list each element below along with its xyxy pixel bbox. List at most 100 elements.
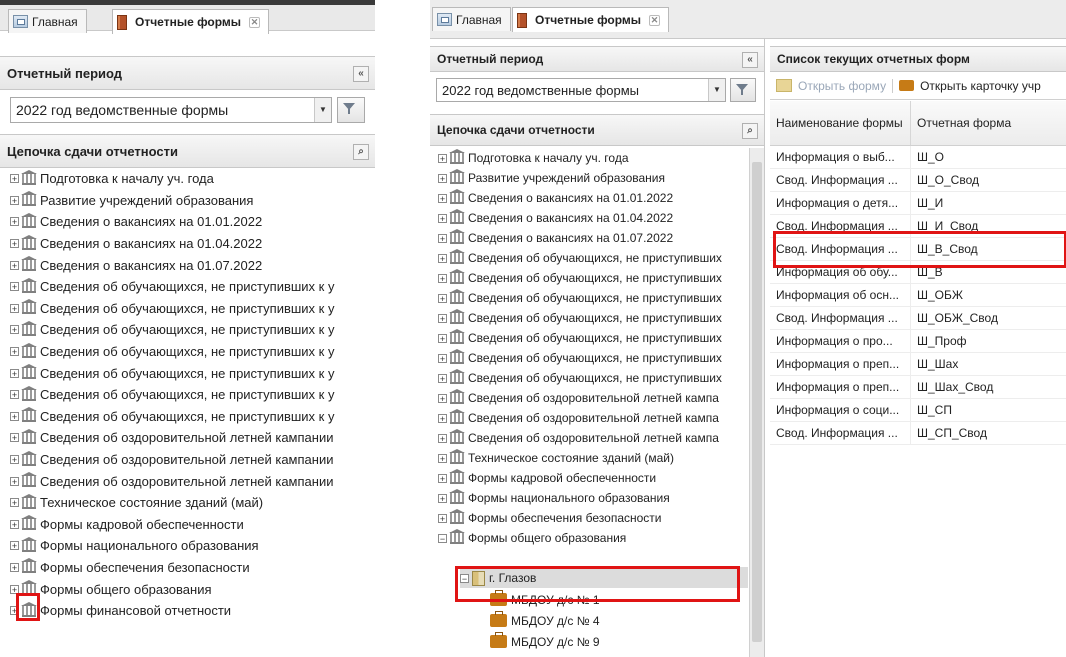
tree-node[interactable]: + Сведения об обучающихся, не приступивши… (438, 268, 743, 288)
expand-node-icon[interactable]: + (438, 173, 447, 183)
tree-node[interactable]: − Формы общего образования (438, 528, 743, 548)
tree-node[interactable]: + Сведения о вакансиях на 01.04.2022 (438, 208, 743, 228)
table-row[interactable]: Свод. Информация ... Ш_О_Свод (770, 168, 1066, 192)
expand-node-icon[interactable]: + (438, 273, 447, 283)
expand-node-icon[interactable]: + (10, 347, 19, 357)
tree-node[interactable]: + Сведения об обучающихся, не приступивши… (10, 276, 380, 298)
tree-node[interactable]: + Сведения об обучающихся, не приступивши… (438, 308, 743, 328)
tab-reports-right[interactable]: Отчетные формы ✕ (512, 7, 670, 32)
tree-node[interactable]: + Техническое состояние зданий (май) (10, 492, 380, 514)
tree-node[interactable]: + Сведения об обучающихся, не приступивши… (10, 319, 380, 341)
tree-node[interactable]: + Подготовка к началу уч. года (10, 168, 380, 190)
tree-node[interactable]: + Сведения об обучающихся, не приступивши… (10, 384, 380, 406)
chevron-down-icon[interactable]: ▼ (708, 79, 725, 101)
expand-node-icon[interactable]: + (10, 476, 19, 486)
binoculars-icon[interactable]: ⌕ (353, 144, 369, 160)
expand-node-icon[interactable]: + (10, 368, 19, 378)
tree-node[interactable]: + Формы кадровой обеспеченности (438, 468, 743, 488)
col-name-header[interactable]: Наименование формы (770, 101, 911, 146)
close-tab-icon[interactable]: ✕ (249, 16, 261, 28)
org-node[interactable]: МБДОУ д/с № 9 (490, 631, 764, 652)
expand-node-icon[interactable]: + (438, 313, 447, 323)
table-row[interactable]: Информация о соци... Ш_СП (770, 398, 1066, 422)
table-row[interactable]: Информация о детя... Ш_И (770, 191, 1066, 215)
expand-node-icon[interactable]: + (10, 455, 19, 465)
expand-node-icon[interactable]: + (438, 233, 447, 243)
tree-node[interactable]: + Сведения об обучающихся, не приступивши… (10, 362, 380, 384)
expand-node-icon[interactable]: + (438, 293, 447, 303)
expand-node-icon[interactable]: + (438, 453, 447, 463)
expand-node-icon[interactable]: + (10, 498, 19, 508)
tree-node[interactable]: + Формы финансовой отчетности (10, 600, 380, 622)
expand-node-icon[interactable]: + (10, 541, 19, 551)
expand-node-icon[interactable]: + (10, 390, 19, 400)
filter-button[interactable] (730, 78, 756, 102)
scrollbar-thumb[interactable] (752, 162, 762, 642)
expand-node-icon[interactable]: + (438, 353, 447, 363)
tree-node[interactable]: + Сведения об обучающихся, не приступивши… (438, 288, 743, 308)
expand-node-icon[interactable]: + (438, 253, 447, 263)
tree-scrollbar[interactable] (749, 148, 764, 657)
expand-node-icon[interactable]: + (438, 373, 447, 383)
close-tab-icon[interactable]: ✕ (649, 14, 661, 26)
tree-node[interactable]: + Сведения о вакансиях на 01.01.2022 (10, 211, 380, 233)
expand-node-icon[interactable]: + (10, 411, 19, 421)
tree-node[interactable]: + Сведения об оздоровительной летней камп… (10, 427, 380, 449)
collapse-icon[interactable]: « (353, 66, 369, 82)
expand-node-icon[interactable]: + (438, 213, 447, 223)
open-form-button[interactable]: Открыть форму (798, 79, 886, 93)
tree-node[interactable]: + Сведения об оздоровительной летней камп… (10, 470, 380, 492)
expand-node-icon[interactable]: + (438, 333, 447, 343)
collapse-icon[interactable]: « (742, 52, 758, 68)
table-row[interactable]: Информация об осн... Ш_ОБЖ (770, 283, 1066, 307)
period-select[interactable]: 2022 год ведомственные формы ▼ (436, 78, 726, 102)
tree-node[interactable]: + Сведения об обучающихся, не приступивши… (438, 368, 743, 388)
tree-node[interactable]: + Сведения об оздоровительной летней камп… (438, 408, 743, 428)
tree-node[interactable]: + Формы обеспечения безопасности (10, 557, 380, 579)
chevron-down-icon[interactable]: ▼ (314, 98, 331, 122)
tab-reports[interactable]: Отчетные формы ✕ (112, 9, 270, 34)
tree-node[interactable]: + Формы обеспечения безопасности (438, 508, 743, 528)
expand-node-icon[interactable]: − (438, 533, 447, 543)
tab-home-right[interactable]: Главная (432, 7, 511, 31)
tree-node[interactable]: + Сведения об оздоровительной летней камп… (438, 428, 743, 448)
expand-node-icon[interactable]: + (10, 174, 19, 184)
expand-node-icon[interactable]: + (438, 433, 447, 443)
period-select[interactable]: 2022 год ведомственные формы ▼ (10, 97, 332, 123)
col-form-header[interactable]: Отчетная форма (910, 101, 1066, 146)
expand-node-icon[interactable]: + (10, 562, 19, 572)
tree-node[interactable]: + Сведения о вакансиях на 01.07.2022 (10, 254, 380, 276)
binoculars-icon[interactable]: ⌕ (742, 123, 758, 139)
tree-node[interactable]: + Сведения об оздоровительной летней камп… (438, 388, 743, 408)
expand-node-icon[interactable]: + (438, 413, 447, 423)
tree-node[interactable]: + Сведения о вакансиях на 01.04.2022 (10, 233, 380, 255)
tree-node[interactable]: + Формы национального образования (438, 488, 743, 508)
tree-node[interactable]: + Сведения об обучающихся, не приступивши… (10, 298, 380, 320)
tree-node[interactable]: + Формы национального образования (10, 535, 380, 557)
tree-node[interactable]: + Техническое состояние зданий (май) (438, 448, 743, 468)
tab-home[interactable]: Главная (8, 9, 87, 33)
tree-node[interactable]: + Сведения об обучающихся, не приступивши… (10, 341, 380, 363)
expand-node-icon[interactable]: + (438, 513, 447, 523)
expand-node-icon[interactable]: + (10, 260, 19, 270)
expand-node-icon[interactable]: + (10, 282, 19, 292)
expand-node-icon[interactable]: + (10, 217, 19, 227)
expand-node-icon[interactable]: + (438, 153, 447, 163)
tree-node[interactable]: + Сведения об обучающихся, не приступивши… (438, 328, 743, 348)
table-row[interactable]: Информация о выб... Ш_О (770, 145, 1066, 169)
open-card-button[interactable]: Открыть карточку учр (920, 79, 1041, 93)
tree-node[interactable]: + Сведения об обучающихся, не приступивши… (438, 248, 743, 268)
tree-node[interactable]: + Сведения о вакансиях на 01.07.2022 (438, 228, 743, 248)
expand-node-icon[interactable]: + (438, 473, 447, 483)
table-row[interactable]: Свод. Информация ... Ш_СП_Свод (770, 421, 1066, 445)
table-row[interactable]: Информация о преп... Ш_Шах (770, 352, 1066, 376)
table-row[interactable]: Информация о преп... Ш_Шах_Свод (770, 375, 1066, 399)
expand-node-icon[interactable]: + (10, 195, 19, 205)
expand-node-icon[interactable]: + (10, 239, 19, 249)
filter-button[interactable] (337, 97, 365, 123)
expand-node-icon[interactable]: + (438, 393, 447, 403)
tree-node[interactable]: + Сведения о вакансиях на 01.01.2022 (438, 188, 743, 208)
tree-node[interactable]: + Подготовка к началу уч. года (438, 148, 743, 168)
expand-node-icon[interactable]: + (10, 303, 19, 313)
tree-node[interactable]: + Формы кадровой обеспеченности (10, 514, 380, 536)
